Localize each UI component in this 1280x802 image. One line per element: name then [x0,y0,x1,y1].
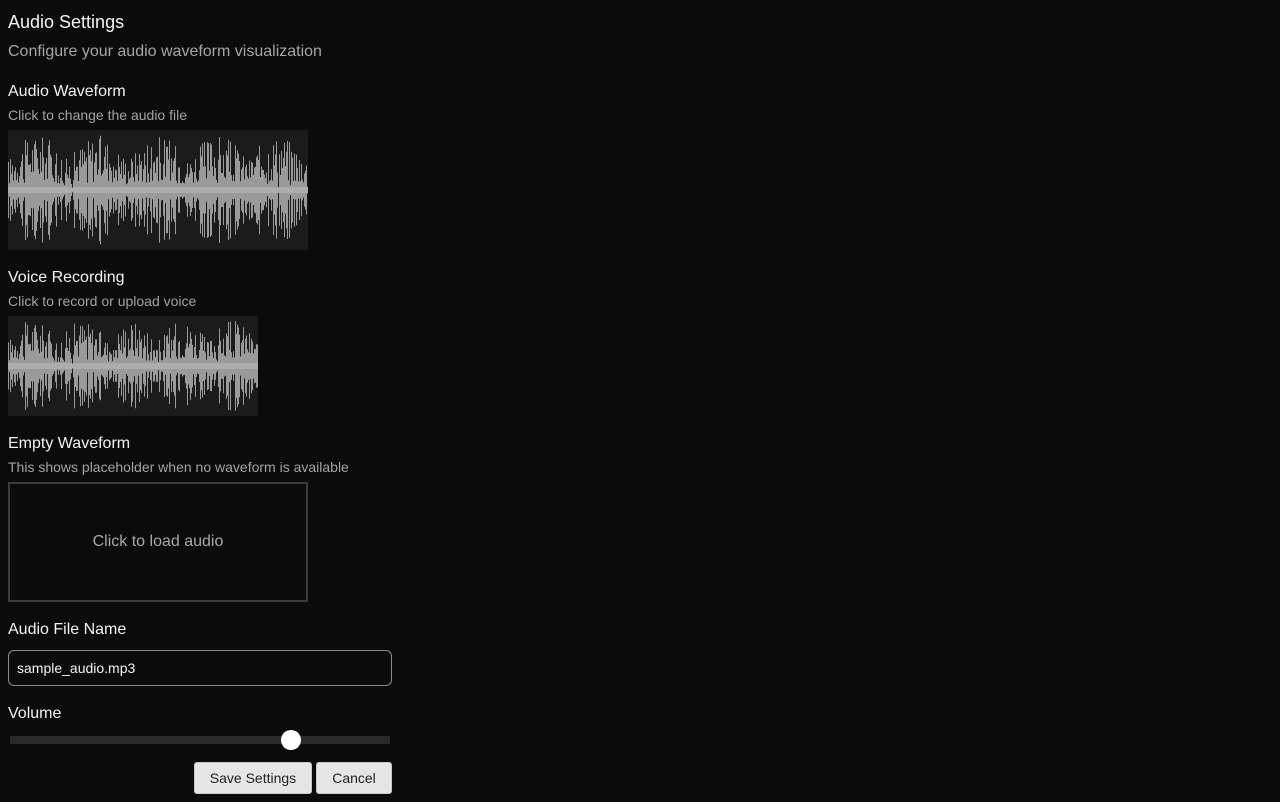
voice-recording-label: Voice Recording [8,269,125,286]
save-settings-button[interactable]: Save Settings [194,762,312,794]
audio-settings-page: Audio Settings Configure your audio wave… [0,0,1280,802]
audio-waveform-label: Audio Waveform [8,83,126,100]
voice-recording-display[interactable] [8,316,258,416]
volume-label: Volume [8,705,62,722]
audio-file-name-input[interactable] [8,650,392,686]
volume-slider-track[interactable] [10,736,390,744]
audio-waveform-graphic [8,135,308,245]
voice-recording-waveform-graphic [8,321,258,411]
empty-waveform-placeholder-text: Click to load audio [92,533,224,550]
audio-waveform-display[interactable] [8,130,308,250]
empty-waveform-placeholder[interactable]: Click to load audio [8,482,308,602]
voice-recording-hint: Click to record or upload voice [8,293,197,309]
cancel-button[interactable]: Cancel [316,762,392,794]
empty-waveform-label: Empty Waveform [8,435,131,452]
page-subtitle: Configure your audio waveform visualizat… [8,43,322,60]
volume-slider-thumb[interactable] [281,730,302,750]
page-title: Audio Settings [8,12,125,32]
audio-file-name-label: Audio File Name [8,621,127,638]
audio-waveform-hint: Click to change the audio file [8,107,187,123]
empty-waveform-hint: This shows placeholder when no waveform … [8,459,349,475]
